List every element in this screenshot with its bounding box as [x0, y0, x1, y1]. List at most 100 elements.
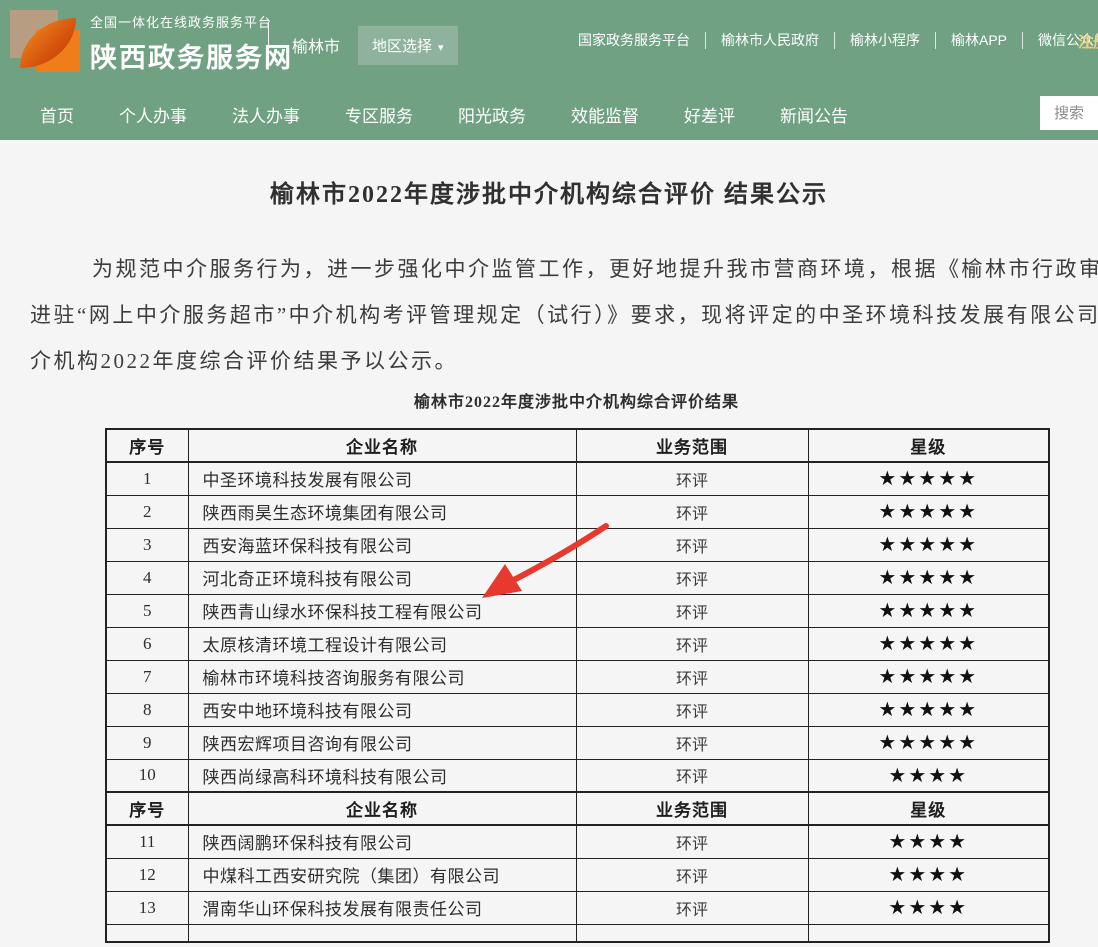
star-rating: ★★★★★ — [808, 627, 1049, 660]
column-header: 星级 — [808, 792, 1049, 825]
main-nav: 首页 个人办事 法人办事 专区服务 阳光政务 效能监督 好差评 新闻公告 — [0, 88, 1098, 140]
region-selector-label: 地区选择 — [372, 38, 432, 55]
paragraph-line: 为规范中介服务行为，进一步强化中介监管工作，更好地提升我市营商环境，根据《榆林市… — [30, 246, 1098, 292]
company-name: 渭南华山环保科技发展有限责任公司 — [188, 891, 576, 924]
row-number: 3 — [106, 528, 188, 561]
column-header: 序号 — [106, 792, 188, 825]
nav-item[interactable]: 新闻公告 — [780, 102, 848, 127]
announcement-paragraph: 为规范中介服务行为，进一步强化中介监管工作，更好地提升我市营商环境，根据《榆林市… — [30, 246, 1098, 384]
star-rating: ★★★★★ — [808, 594, 1049, 627]
register-link[interactable]: 注册 — [1078, 31, 1098, 52]
nav-item[interactable]: 阳光政务 — [458, 102, 526, 127]
table-header-row: 序号企业名称业务范围星级 — [106, 792, 1049, 825]
results-table-body: 序号企业名称业务范围星级1中圣环境科技发展有限公司环评★★★★★2陕西雨昊生态环… — [106, 429, 1049, 942]
table-row: 9陕西宏辉项目咨询有限公司环评★★★★★ — [106, 726, 1049, 759]
business-scope: 环评 — [576, 858, 808, 891]
table-row: 10陕西尚绿高科环境科技有限公司环评★★★★ — [106, 759, 1049, 792]
star-rating: ★★★★ — [808, 759, 1049, 792]
column-header: 企业名称 — [188, 429, 576, 462]
table-row: 1中圣环境科技发展有限公司环评★★★★★ — [106, 462, 1049, 495]
company-name: 河北奇正环境科技有限公司 — [188, 561, 576, 594]
empty-cell — [808, 924, 1049, 942]
site-header: 全国一体化在线政务服务平台 陕西政务服务网 榆林市 地区选择 ▾ 国家政务服务平台… — [0, 0, 1098, 88]
company-name: 中煤科工西安研究院（集团）有限公司 — [188, 858, 576, 891]
business-scope: 环评 — [576, 627, 808, 660]
announcement-document: 榆林市2022年度涉批中介机构综合评价 结果公示 为规范中介服务行为，进一步强化… — [0, 178, 1098, 943]
table-row: 12中煤科工西安研究院（集团）有限公司环评★★★★ — [106, 858, 1049, 891]
table-header-row: 序号企业名称业务范围星级 — [106, 429, 1049, 462]
row-number: 4 — [106, 561, 188, 594]
company-name: 西安中地环境科技有限公司 — [188, 693, 576, 726]
region-selector-button[interactable]: 地区选择 ▾ — [358, 26, 458, 65]
table-row: 2陕西雨昊生态环境集团有限公司环评★★★★★ — [106, 495, 1049, 528]
page-title: 榆林市2022年度涉批中介机构综合评价 结果公示 — [0, 178, 1098, 212]
table-row: 7榆林市环境科技咨询服务有限公司环评★★★★★ — [106, 660, 1049, 693]
link-divider — [834, 32, 835, 49]
star-rating: ★★★★★ — [808, 561, 1049, 594]
site-name: 陕西政务服务网 — [90, 36, 293, 75]
nav-item[interactable]: 好差评 — [684, 102, 735, 127]
row-number: 13 — [106, 891, 188, 924]
row-number: 10 — [106, 759, 188, 792]
business-scope: 环评 — [576, 759, 808, 792]
company-name: 陕西阔鹏环保科技有限公司 — [188, 825, 576, 858]
business-scope: 环评 — [576, 726, 808, 759]
star-rating: ★★★★★ — [808, 462, 1049, 495]
browser-page: 全国一体化在线政务服务平台 陕西政务服务网 榆林市 地区选择 ▾ 国家政务服务平台… — [0, 0, 1098, 947]
company-name: 陕西青山绿水环保科技工程有限公司 — [188, 594, 576, 627]
column-header: 业务范围 — [576, 792, 808, 825]
table-row: 11陕西阔鹏环保科技有限公司环评★★★★ — [106, 825, 1049, 858]
header-link[interactable]: 榆林市人民政府 — [721, 30, 819, 50]
business-scope: 环评 — [576, 594, 808, 627]
current-city-link[interactable]: 榆林市 — [292, 33, 340, 57]
star-rating: ★★★★ — [808, 858, 1049, 891]
row-number: 7 — [106, 660, 188, 693]
nav-item[interactable]: 专区服务 — [345, 102, 413, 127]
column-header: 业务范围 — [576, 429, 808, 462]
nav-item[interactable]: 效能监督 — [571, 102, 639, 127]
star-rating: ★★★★★ — [808, 693, 1049, 726]
star-rating: ★★★★★ — [808, 726, 1049, 759]
row-number: 11 — [106, 825, 188, 858]
header-link[interactable]: 榆林APP — [951, 30, 1007, 50]
table-row: 13渭南华山环保科技发展有限责任公司环评★★★★ — [106, 891, 1049, 924]
chevron-down-icon: ▾ — [438, 42, 444, 54]
platform-name: 全国一体化在线政务服务平台 — [90, 12, 293, 31]
table-row: 8西安中地环境科技有限公司环评★★★★★ — [106, 693, 1049, 726]
results-table: 序号企业名称业务范围星级1中圣环境科技发展有限公司环评★★★★★2陕西雨昊生态环… — [105, 428, 1050, 943]
row-number: 12 — [106, 858, 188, 891]
row-number: 6 — [106, 627, 188, 660]
business-scope: 环评 — [576, 693, 808, 726]
column-header: 序号 — [106, 429, 188, 462]
star-rating: ★★★★★ — [808, 528, 1049, 561]
table-row: 4河北奇正环境科技有限公司环评★★★★★ — [106, 561, 1049, 594]
company-name: 陕西雨昊生态环境集团有限公司 — [188, 495, 576, 528]
nav-item[interactable]: 个人办事 — [119, 102, 187, 127]
site-logo-icon[interactable] — [8, 8, 76, 74]
table-row: 5陕西青山绿水环保科技工程有限公司环评★★★★★ — [106, 594, 1049, 627]
divider — [268, 22, 269, 66]
nav-items: 首页 个人办事 法人办事 专区服务 阳光政务 效能监督 好差评 新闻公告 — [0, 88, 1098, 140]
header-links: 国家政务服务平台榆林市人民政府榆林小程序榆林APP微信公众号 — [578, 30, 1098, 50]
row-number: 1 — [106, 462, 188, 495]
business-scope: 环评 — [576, 660, 808, 693]
empty-cell — [188, 924, 576, 942]
business-scope: 环评 — [576, 495, 808, 528]
table-row: 3西安海蓝环保科技有限公司环评★★★★★ — [106, 528, 1049, 561]
nav-item[interactable]: 首页 — [40, 102, 74, 127]
link-divider — [935, 32, 936, 49]
business-scope: 环评 — [576, 891, 808, 924]
paragraph-line: 进驻“网上中介服务超市”中介机构考评管理规定（试行）》要求，现将评定的中圣环境科… — [30, 292, 1098, 338]
column-header: 企业名称 — [188, 792, 576, 825]
header-link[interactable]: 国家政务服务平台 — [578, 30, 690, 50]
search-input[interactable] — [1040, 96, 1098, 130]
header-link[interactable]: 榆林小程序 — [850, 30, 920, 50]
nav-item[interactable]: 法人办事 — [232, 102, 300, 127]
company-name: 中圣环境科技发展有限公司 — [188, 462, 576, 495]
company-name: 榆林市环境科技咨询服务有限公司 — [188, 660, 576, 693]
company-name: 西安海蓝环保科技有限公司 — [188, 528, 576, 561]
empty-cell — [106, 924, 188, 942]
empty-cell — [576, 924, 808, 942]
business-scope: 环评 — [576, 462, 808, 495]
table-caption: 榆林市2022年度涉批中介机构综合评价结果 — [105, 392, 1048, 414]
